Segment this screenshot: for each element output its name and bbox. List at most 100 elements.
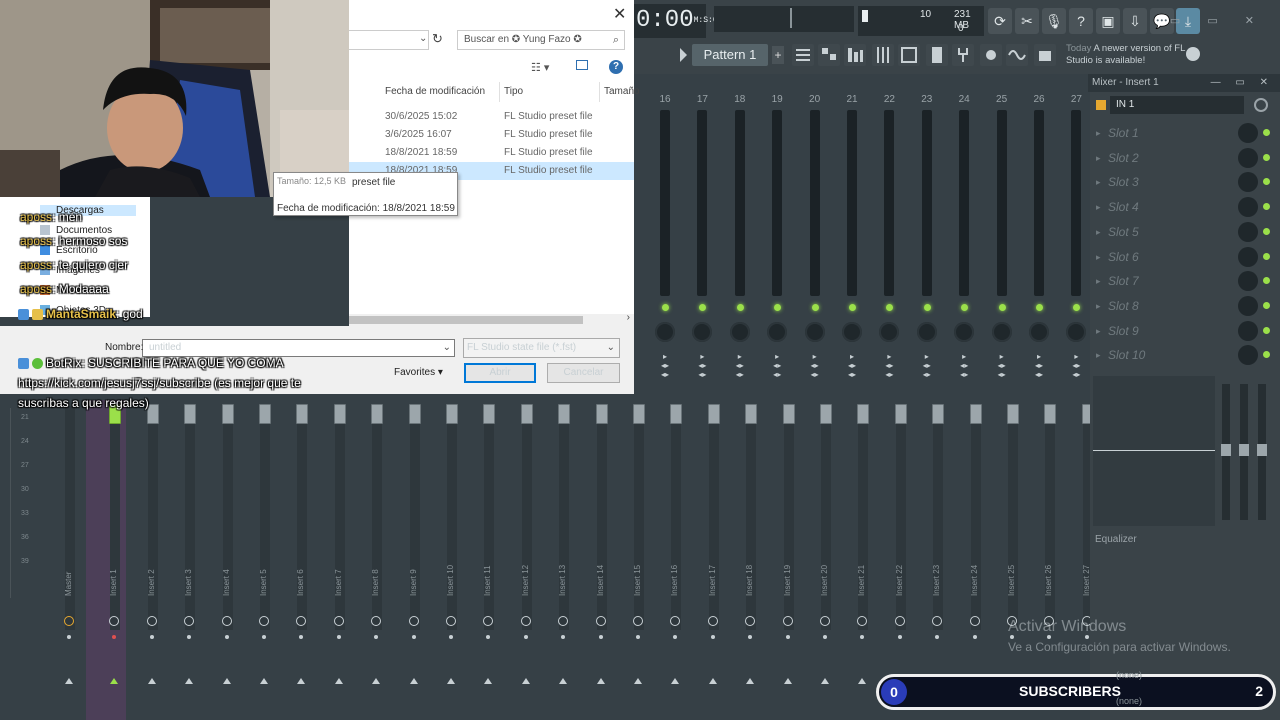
preview-pane-icon[interactable]	[576, 60, 588, 70]
slot-enable-led[interactable]	[1263, 252, 1270, 260]
file-row[interactable]: 3/6/2025 16:07 FL Studio preset file	[349, 126, 634, 144]
mixer-window-controls[interactable]: — ▭ ✕	[1211, 74, 1274, 92]
route-icon[interactable]	[969, 616, 980, 626]
stereo-separation-icon[interactable]: ▸ ◂▸ ◂▸	[767, 352, 787, 379]
channel-enable-led[interactable]	[923, 304, 931, 311]
volume-fader[interactable]	[633, 404, 645, 424]
chevron-right-icon[interactable]: ›	[627, 312, 630, 323]
horizontal-scrollbar[interactable]: ›	[349, 312, 634, 326]
close-icon[interactable]: ✕	[613, 4, 626, 24]
slot-mix-knob[interactable]	[1238, 295, 1258, 316]
insert-label[interactable]: Insert 6	[296, 556, 308, 596]
effect-slot[interactable]: Slot 10	[1094, 344, 1272, 366]
slot-enable-led[interactable]	[1263, 277, 1270, 285]
wave-icon[interactable]	[1006, 44, 1028, 66]
insert-label[interactable]: Insert 8	[371, 556, 383, 596]
route-dot[interactable]	[972, 635, 977, 639]
stereo-separation-icon[interactable]: ▸ ◂▸ ◂▸	[917, 352, 937, 379]
route-dot[interactable]	[598, 635, 603, 639]
eq-fader-cap[interactable]	[1239, 444, 1249, 456]
stereo-separation-icon[interactable]: ▸ ◂▸ ◂▸	[1066, 352, 1086, 379]
send-arrow-icon[interactable]	[65, 678, 73, 684]
step-sequencer-icon[interactable]	[844, 44, 866, 66]
volume-fader[interactable]	[408, 404, 421, 424]
insert-label[interactable]: Insert 13	[558, 556, 570, 596]
browser-icon[interactable]	[926, 44, 948, 66]
playlist-icon[interactable]	[792, 44, 814, 66]
send-arrow-icon[interactable]	[372, 678, 381, 684]
insert-label[interactable]: Insert 11	[483, 556, 495, 596]
help-icon[interactable]: ?	[609, 60, 623, 74]
route-dot[interactable]	[897, 635, 902, 639]
send-arrow-icon[interactable]	[222, 678, 231, 684]
pan-knob[interactable]	[655, 322, 675, 342]
route-icon[interactable]	[782, 616, 793, 626]
volume-fader[interactable]	[707, 404, 720, 424]
send-arrow-icon[interactable]	[185, 678, 194, 684]
equalizer-display[interactable]	[1093, 376, 1215, 526]
chevron-down-icon[interactable]: ⌄	[419, 33, 427, 44]
insert-label[interactable]: Insert 21	[857, 556, 869, 596]
volume-fader[interactable]	[1007, 404, 1019, 424]
route-icon[interactable]	[820, 616, 830, 626]
pan-knob[interactable]	[991, 322, 1012, 342]
piano-roll-icon[interactable]	[818, 44, 840, 66]
window-controls[interactable]: ▭ ▭ ✕	[1170, 14, 1266, 27]
volume-fader[interactable]	[932, 404, 945, 424]
news-panel[interactable]: Today A newer version of FL Studio is av…	[1066, 43, 1206, 67]
input-settings-icon[interactable]	[1254, 98, 1268, 112]
slot-enable-led[interactable]	[1263, 153, 1270, 161]
effect-slot[interactable]: Slot 9	[1094, 320, 1272, 342]
route-icon[interactable]	[707, 616, 718, 626]
route-icon[interactable]	[146, 616, 157, 626]
insert-label[interactable]: Insert 12	[521, 556, 533, 596]
input-selector[interactable]: IN 1	[1110, 96, 1244, 114]
column-size[interactable]: Tamaño	[604, 86, 640, 97]
send-arrow-icon[interactable]	[821, 678, 829, 684]
channel-enable-led[interactable]	[998, 304, 1006, 311]
slot-mix-knob[interactable]	[1238, 345, 1258, 366]
column-type[interactable]: Tipo	[504, 86, 523, 97]
search-input[interactable]: Buscar en ✪ Yung Fazo ✪ ⌕	[457, 30, 625, 50]
effect-slot[interactable]: Slot 1	[1094, 122, 1272, 144]
file-row[interactable]: 30/6/2025 15:02 FL Studio preset file	[349, 108, 634, 126]
volume-fader[interactable]	[745, 404, 758, 424]
route-icon[interactable]	[259, 616, 269, 626]
route-dot[interactable]	[67, 635, 71, 639]
effect-slot[interactable]: Slot 4	[1094, 196, 1272, 218]
volume-fader[interactable]	[782, 404, 795, 424]
insert-label[interactable]: Insert 10	[446, 556, 458, 596]
volume-fader[interactable]	[857, 404, 870, 424]
route-icon[interactable]	[894, 616, 905, 626]
pan-knob[interactable]	[729, 322, 750, 342]
send-arrow-icon[interactable]	[297, 678, 306, 684]
stereo-separation-icon[interactable]: ▸ ◂▸ ◂▸	[842, 352, 862, 379]
route-dot[interactable]	[785, 635, 790, 639]
send-arrow-icon[interactable]	[858, 678, 867, 684]
route-dot[interactable]	[149, 635, 154, 639]
output-none-2[interactable]: (none)	[1116, 696, 1142, 706]
route-icon[interactable]	[595, 616, 606, 626]
route-icon[interactable]	[633, 616, 643, 626]
pattern-selector[interactable]: Pattern 1	[692, 44, 768, 66]
slot-mix-knob[interactable]	[1238, 320, 1258, 341]
route-dot[interactable]	[262, 635, 266, 639]
send-arrow-icon[interactable]	[110, 678, 119, 684]
undo-icon[interactable]: ⟳	[988, 8, 1012, 34]
refresh-icon[interactable]: ↻	[432, 31, 443, 47]
stereo-separation-icon[interactable]: ▸ ◂▸ ◂▸	[692, 352, 712, 379]
column-divider[interactable]	[599, 82, 600, 102]
route-icon[interactable]	[333, 616, 344, 626]
slot-enable-led[interactable]	[1263, 129, 1270, 136]
slot-mix-knob[interactable]	[1238, 123, 1258, 143]
insert-label[interactable]: Insert 3	[184, 556, 196, 596]
channel-enable-led[interactable]	[849, 304, 856, 311]
chevron-down-icon[interactable]: ⌄	[443, 340, 451, 356]
send-arrow-icon[interactable]	[409, 678, 418, 684]
insert-label[interactable]: Insert 22	[895, 556, 907, 596]
shop-icon[interactable]	[1034, 44, 1056, 66]
volume-fader[interactable]	[371, 404, 384, 424]
slot-enable-led[interactable]	[1263, 227, 1270, 235]
route-dot[interactable]	[224, 635, 229, 639]
slot-mix-knob[interactable]	[1238, 197, 1258, 218]
